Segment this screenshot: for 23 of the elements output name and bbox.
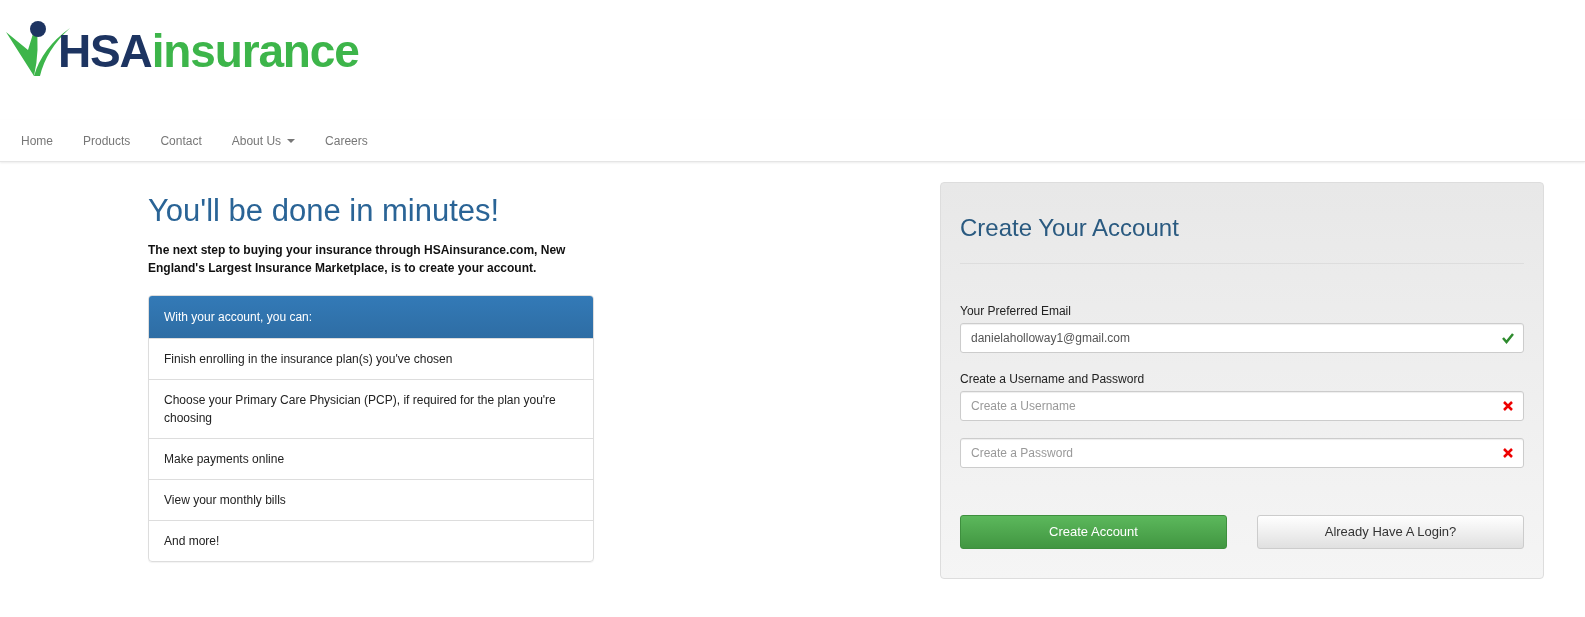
field-label: Create a Username and Password: [960, 371, 1146, 388]
caret-icon: [287, 138, 296, 143]
list-item: Finish enrolling in the insurance plan(s) you've chosen: [149, 337, 593, 379]
list-item: Choose your Primary Care Physician (PCP), if required for the plan you're choosing: [149, 378, 593, 438]
intro-text: The next step to buying your insurance through HSAinsurance.com, New England's Largest Insurance Marketplace, is to create your account.: [148, 241, 567, 277]
login-button[interactable]: Already Have A Login?: [1257, 515, 1524, 549]
logo-wordmark: HSAinsurance: [58, 28, 359, 74]
list-item: View your monthly bills: [149, 478, 593, 520]
list-item: Make payments online: [149, 437, 593, 479]
nav-link[interactable]: Home: [6, 131, 68, 150]
nav-link[interactable]: Careers: [310, 131, 383, 150]
input-field[interactable]: danielaholloway1@gmail.com: [960, 323, 1524, 353]
nav-link[interactable]: Contact: [145, 131, 217, 150]
input-field[interactable]: Create a Username: [960, 391, 1524, 421]
panel-heading: With your account, you can:: [149, 295, 593, 338]
card-title: Create Your Account: [960, 213, 1180, 243]
create-account-button[interactable]: Create Account: [960, 515, 1227, 549]
input-field[interactable]: Create a Password: [960, 438, 1524, 468]
nav-link[interactable]: Products: [68, 131, 146, 150]
page-heading: You'll be done in minutes!: [148, 192, 501, 230]
field-label: Your Preferred Email: [960, 303, 1072, 320]
list-item: And more!: [149, 519, 593, 561]
nav-link[interactable]: About Us: [216, 131, 311, 150]
